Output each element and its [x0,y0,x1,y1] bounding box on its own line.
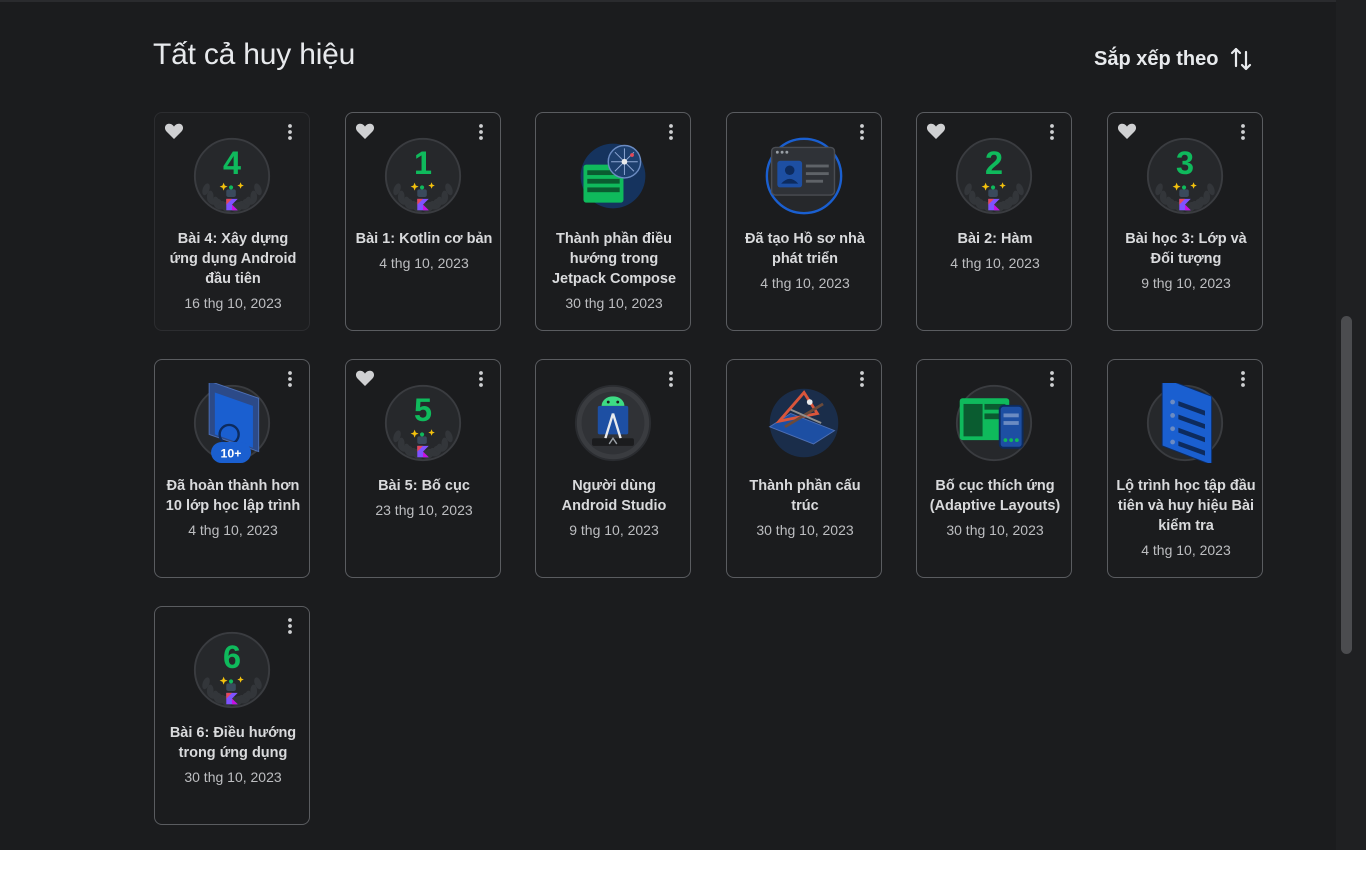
more-vert-icon[interactable] [280,122,300,142]
badge-title: Bài 4: Xây dựng ứng dụng Android đầu tiê… [169,231,297,287]
more-vert-icon[interactable] [1042,369,1062,389]
heart-icon[interactable] [355,369,375,387]
heart-icon[interactable] [355,122,375,140]
badge-date: 30 thg 10, 2023 [565,295,663,311]
badge-date: 30 thg 10, 2023 [946,522,1044,538]
more-vert-icon[interactable] [661,122,681,142]
badges-page: Tất cả huy hiệu Sắp xếp theo 4 Bài 4: Xây… [0,0,1366,850]
page-title: Tất cả huy hiệu [153,38,356,71]
badge-date: 4 thg 10, 2023 [950,255,1040,271]
top-divider [0,0,1336,2]
badge-title: Đã tạo Hồ sơ nhà phát triển [745,231,865,267]
badge-date: 4 thg 10, 2023 [188,522,278,538]
svg-text:2: 2 [985,145,1003,181]
badge-title: Người dùng Android Studio [561,478,667,514]
sort-arrows-icon [1231,47,1252,71]
heart-icon[interactable] [164,122,184,140]
more-vert-icon[interactable] [852,369,872,389]
badge-date: 30 thg 10, 2023 [184,769,282,785]
badge-card[interactable]: 4 Bài 4: Xây dựng ứng dụng Android đầu ti… [154,112,310,331]
svg-text:10+: 10+ [221,446,242,460]
badge-title: Bài 1: Kotlin cơ bản [355,231,493,247]
badge-date: 30 thg 10, 2023 [756,522,854,538]
more-vert-icon[interactable] [852,122,872,142]
badge-title: Thành phần cấu trúc [749,478,861,514]
badge-date: 9 thg 10, 2023 [1141,275,1231,291]
scrollbar-thumb[interactable] [1341,316,1352,654]
more-vert-icon[interactable] [1233,369,1253,389]
badge-card[interactable]: 2 Bài 2: Hàm 4 thg 10, 2023 [916,112,1072,331]
svg-text:6: 6 [223,639,241,675]
badge-title: Thành phần điều hướng trong Jetpack Comp… [551,231,677,287]
more-vert-icon[interactable] [661,369,681,389]
badge-date: 9 thg 10, 2023 [569,522,659,538]
badge-card[interactable]: 6 Bài 6: Điều hướng trong ứng dụng 30 thg … [154,606,310,825]
more-vert-icon[interactable] [1233,122,1253,142]
more-vert-icon[interactable] [1042,122,1062,142]
badge-card[interactable]: Lộ trình học tập đầu tiên và huy hiệu Bà… [1107,359,1263,578]
badge-date: 4 thg 10, 2023 [1141,542,1231,558]
more-vert-icon[interactable] [280,369,300,389]
badge-card[interactable]: 10+ Đã hoàn thành hơn 10 lớp học lập trìn… [154,359,310,578]
badge-card[interactable]: 1 Bài 1: Kotlin cơ bản 4 thg 10, 2023 [345,112,501,331]
more-vert-icon[interactable] [471,369,491,389]
badge-date: 23 thg 10, 2023 [375,502,473,518]
badge-title: Bài 5: Bố cục [378,478,470,494]
badge-card[interactable]: Bố cục thích ứng (Adaptive Layouts) 30 th… [916,359,1072,578]
badge-card[interactable]: 5 Bài 5: Bố cục 23 thg 10, 2023 [345,359,501,578]
badge-title: Đã hoàn thành hơn 10 lớp học lập trình [165,478,301,514]
badge-card[interactable]: Người dùng Android Studio 9 thg 10, 2023 [535,359,691,578]
badge-title: Bài 2: Hàm [957,231,1033,247]
badge-card[interactable]: Thành phần điều hướng trong Jetpack Comp… [535,112,691,331]
svg-text:4: 4 [223,145,241,181]
sort-button[interactable]: Sắp xếp theo [1094,44,1252,74]
svg-text:5: 5 [414,392,432,428]
badge-title: Bài học 3: Lớp và Đối tượng [1125,231,1247,267]
more-vert-icon[interactable] [280,616,300,636]
badge-title: Lộ trình học tập đầu tiên và huy hiệu Bà… [1116,478,1256,534]
svg-text:3: 3 [1176,145,1194,181]
sort-label: Sắp xếp theo [1094,47,1219,70]
more-vert-icon[interactable] [471,122,491,142]
badge-title: Bài 6: Điều hướng trong ứng dụng [169,725,297,761]
svg-text:1: 1 [414,145,432,181]
badge-card[interactable]: Đã tạo Hồ sơ nhà phát triển 4 thg 10, 202… [726,112,882,331]
heart-icon[interactable] [926,122,946,140]
badge-date: 4 thg 10, 2023 [379,255,469,271]
badge-card[interactable]: Thành phần cấu trúc 30 thg 10, 2023 [726,359,882,578]
badge-date: 16 thg 10, 2023 [184,295,282,311]
badge-title: Bố cục thích ứng (Adaptive Layouts) [929,478,1061,514]
badge-card[interactable]: 3 Bài học 3: Lớp và Đối tượng 9 thg 10, 20… [1107,112,1263,331]
heart-icon[interactable] [1117,122,1137,140]
badge-date: 4 thg 10, 2023 [760,275,850,291]
